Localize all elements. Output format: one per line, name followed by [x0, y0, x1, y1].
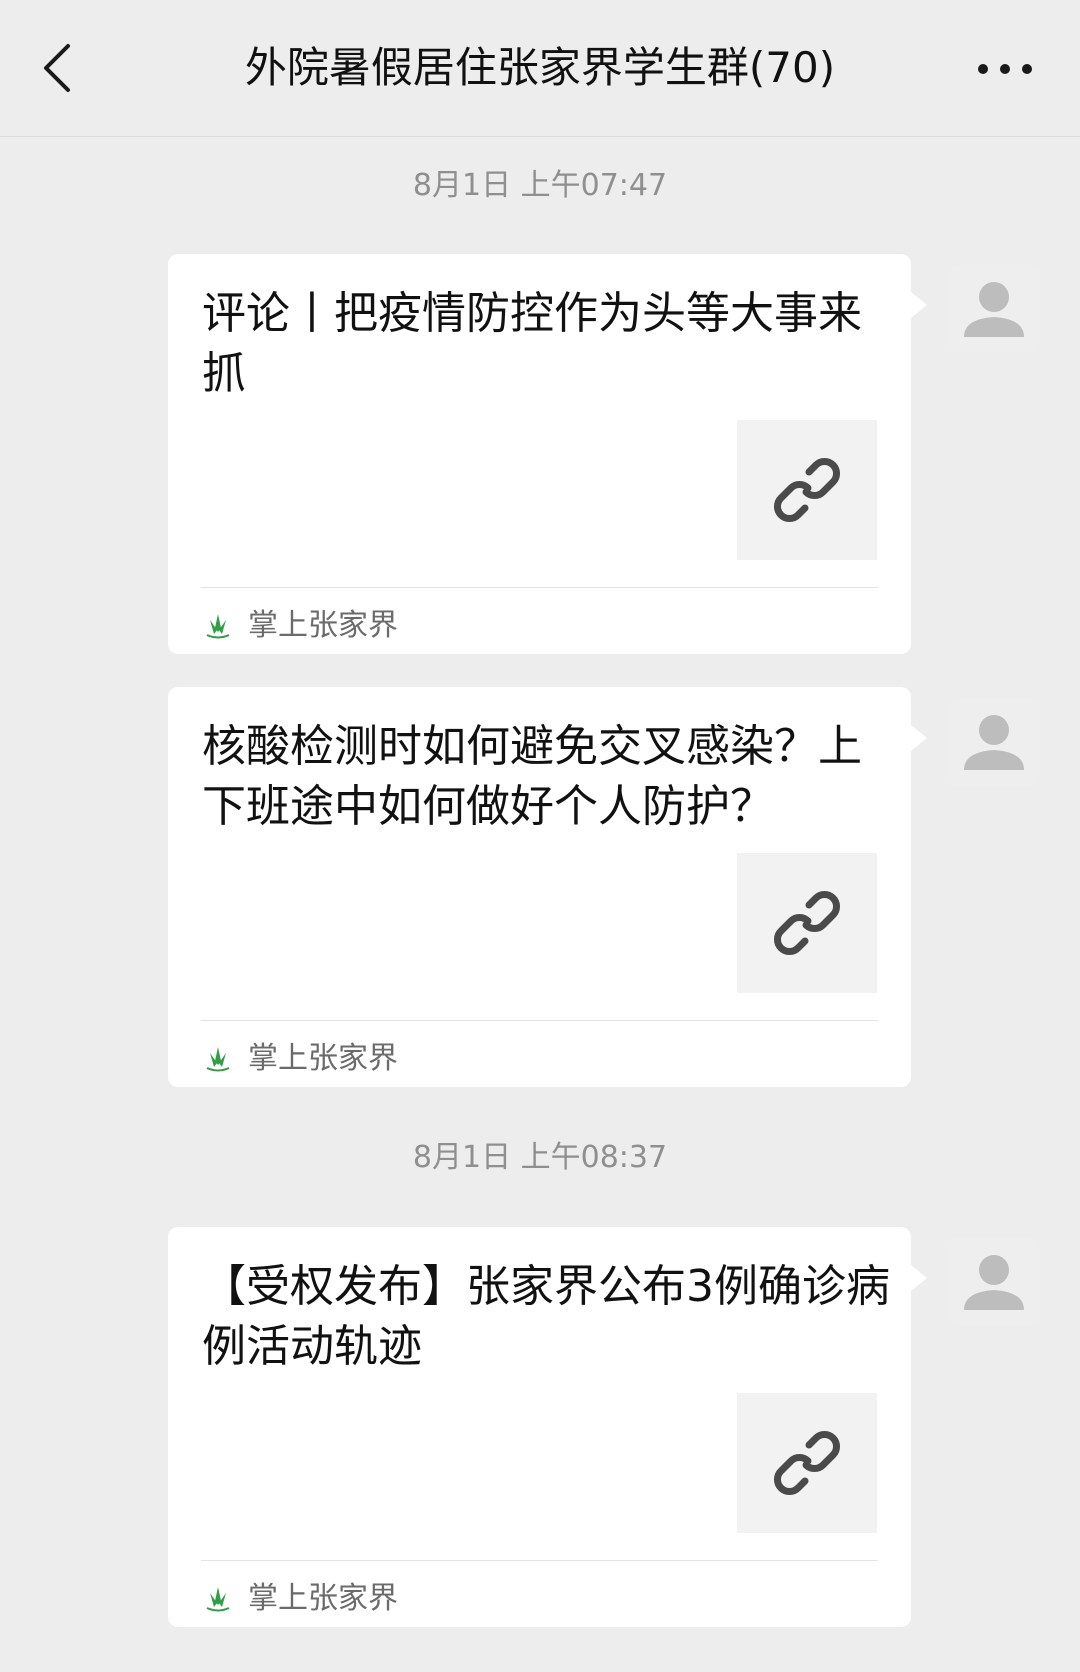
sender-avatar[interactable]	[950, 1238, 1038, 1326]
back-button[interactable]	[30, 38, 90, 98]
source-name: 掌上张家界	[248, 1041, 398, 1076]
link-thumbnail	[737, 1393, 877, 1533]
chevron-left-icon	[44, 44, 70, 92]
link-source: 掌上张家界	[202, 1039, 398, 1079]
zhangjiajie-logo-icon	[202, 610, 234, 642]
chat-title: 外院暑假居住张家界学生群(70)	[244, 43, 836, 92]
message-bubble[interactable]: 核酸检测时如何避免交叉感染？上下班途中如何做好个人防护？ 掌上张家界	[168, 687, 911, 1087]
bubble-tail	[911, 292, 927, 318]
sender-avatar[interactable]	[950, 265, 1038, 353]
sender-avatar[interactable]	[950, 698, 1038, 786]
card-divider	[201, 1560, 878, 1561]
message-bubble[interactable]: 【受权发布】张家界公布3例确诊病例活动轨迹 掌上张家界	[168, 1227, 911, 1627]
link-icon	[774, 1431, 840, 1495]
bubble-tail	[911, 725, 927, 751]
link-icon	[774, 458, 840, 522]
link-card-title: 【受权发布】张家界公布3例确诊病例活动轨迹	[202, 1261, 890, 1372]
chat-header: 外院暑假居住张家界学生群(70)	[0, 0, 1080, 137]
zhangjiajie-logo-icon	[202, 1043, 234, 1075]
card-divider	[201, 587, 878, 588]
source-name: 掌上张家界	[248, 608, 398, 643]
link-card-title: 评论丨把疫情防控作为头等大事来抓	[202, 288, 862, 399]
more-button[interactable]	[970, 44, 1040, 94]
more-horizontal-icon	[978, 64, 1032, 74]
link-thumbnail	[737, 853, 877, 993]
bubble-tail	[911, 1265, 927, 1291]
link-icon	[774, 891, 840, 955]
timestamp: 8月1日 上午08:37	[412, 1140, 668, 1175]
link-card-title: 核酸检测时如何避免交叉感染？上下班途中如何做好个人防护？	[202, 721, 862, 832]
link-thumbnail	[737, 420, 877, 560]
default-avatar-icon	[964, 715, 1024, 770]
message-bubble[interactable]: 评论丨把疫情防控作为头等大事来抓 掌上张家界	[168, 254, 911, 654]
link-source: 掌上张家界	[202, 1579, 398, 1619]
link-source: 掌上张家界	[202, 606, 398, 646]
card-divider	[201, 1020, 878, 1021]
default-avatar-icon	[964, 1255, 1024, 1310]
timestamp: 8月1日 上午07:47	[412, 168, 668, 203]
default-avatar-icon	[964, 282, 1024, 337]
zhangjiajie-logo-icon	[202, 1583, 234, 1615]
source-name: 掌上张家界	[248, 1581, 398, 1616]
